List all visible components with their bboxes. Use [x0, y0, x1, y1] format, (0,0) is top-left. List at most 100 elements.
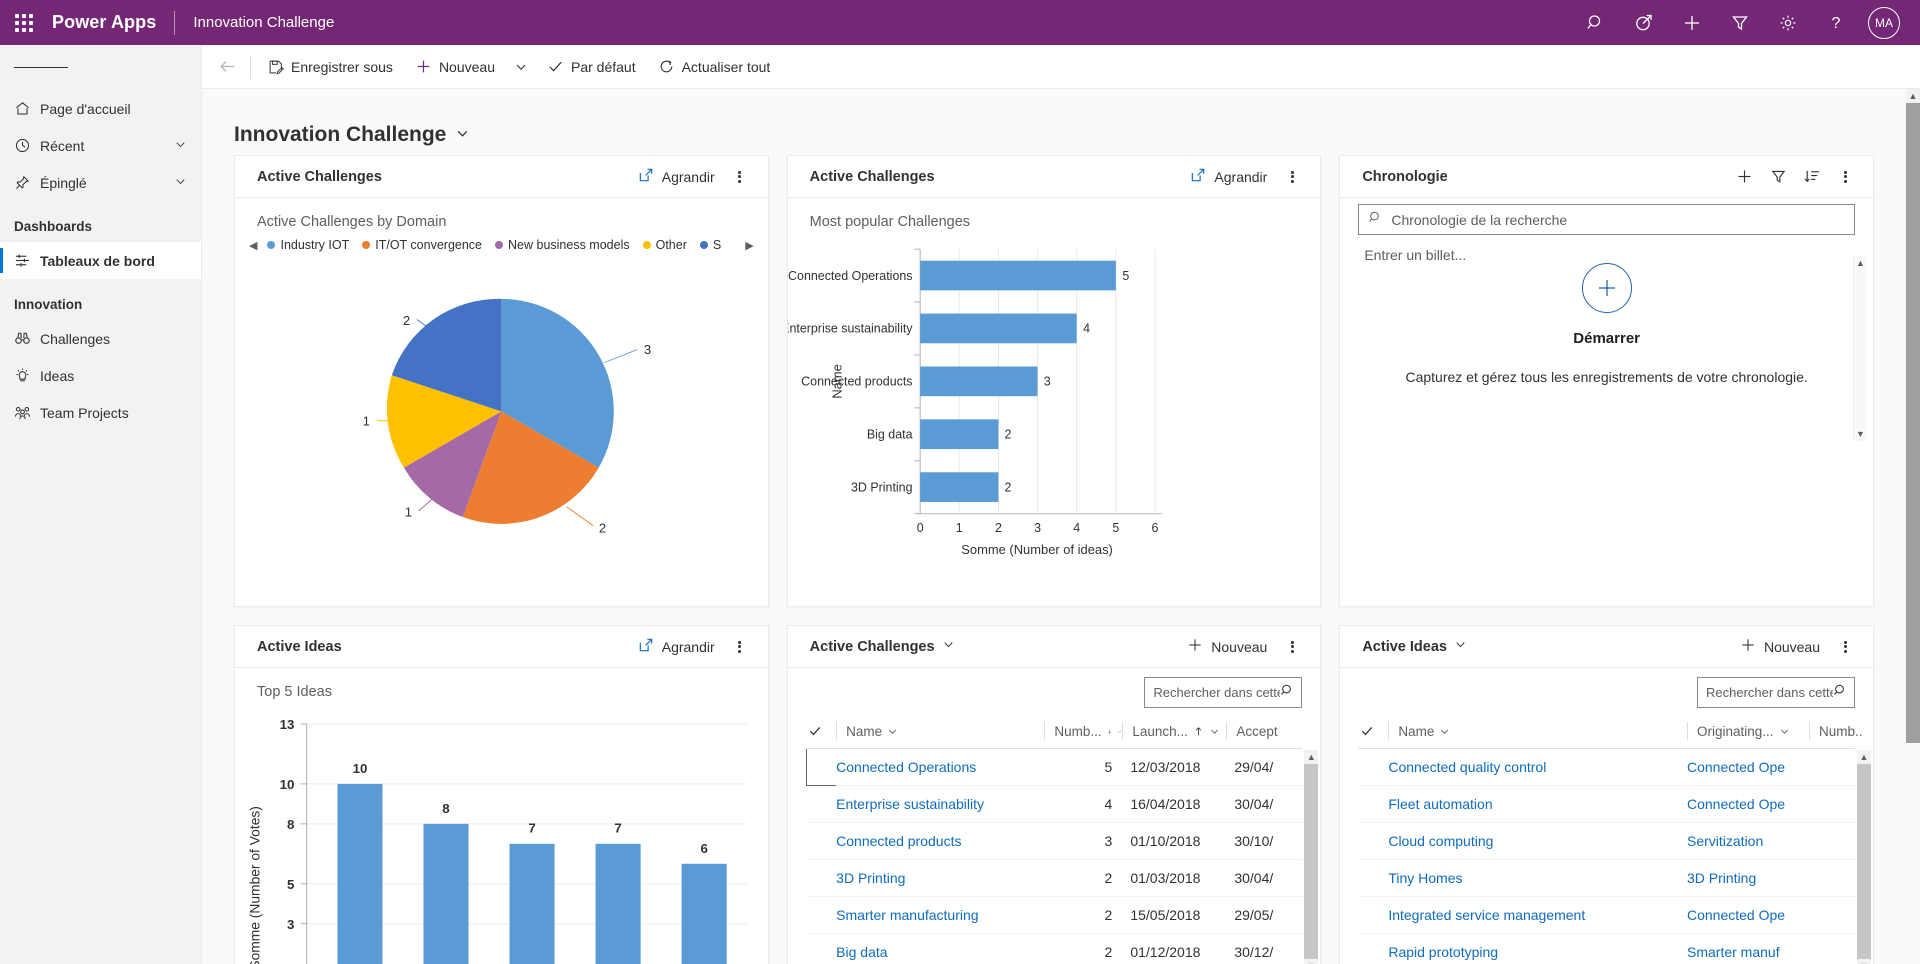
row-selector[interactable]: [1358, 822, 1389, 860]
table-row[interactable]: Integrated service management Connected …: [1358, 896, 1855, 934]
page-title-chevron-down-icon[interactable]: [455, 123, 470, 147]
row-selector[interactable]: [805, 748, 837, 786]
column-header-number[interactable]: Numb..: [1809, 716, 1863, 749]
row-selector[interactable]: [1358, 896, 1389, 934]
legend-item[interactable]: Industry IOT: [267, 238, 349, 252]
cell-name[interactable]: Rapid prototyping: [1388, 933, 1687, 964]
cell-originating[interactable]: Connected Ope: [1687, 896, 1809, 934]
table-row[interactable]: 3D Printing 2 01/03/2018 30/04/: [806, 859, 1303, 897]
table-row[interactable]: Enterprise sustainability 4 16/04/2018 3…: [806, 785, 1303, 823]
expand-button[interactable]: Agrandir: [631, 633, 722, 660]
cell-name[interactable]: Big data: [836, 933, 1045, 964]
cell-name[interactable]: Tiny Homes: [1388, 859, 1687, 897]
table-row[interactable]: Fleet automation Connected Ope: [1358, 785, 1855, 823]
pie-chart[interactable]: 3 2 1 1 2: [235, 252, 768, 552]
sidebar-item-tableaux-de-bord[interactable]: Tableaux de bord: [0, 242, 201, 279]
table-row[interactable]: Cloud computing Servitization: [1358, 822, 1855, 860]
cell-originating[interactable]: Servitization: [1687, 822, 1809, 860]
cell-originating[interactable]: 3D Printing: [1687, 859, 1809, 897]
page-scrollbar[interactable]: ▲: [1904, 89, 1920, 964]
cell-name[interactable]: 3D Printing: [836, 859, 1045, 897]
default-view-button[interactable]: Par défaut: [536, 45, 647, 89]
cell-name[interactable]: Connected Operations: [836, 748, 1045, 786]
table-row[interactable]: Smarter manufacturing 2 15/05/2018 29/05…: [806, 896, 1303, 934]
row-selector[interactable]: [1358, 748, 1389, 786]
more-options-icon[interactable]: [1831, 633, 1859, 661]
more-options-icon[interactable]: [726, 633, 754, 661]
timeline-add-icon[interactable]: [1581, 263, 1632, 313]
search-icon[interactable]: [1572, 0, 1620, 45]
scroll-thumb[interactable]: [1906, 103, 1920, 743]
scroll-up-icon[interactable]: ▲: [1854, 256, 1867, 270]
view-selector-chevron-down-icon[interactable]: [1454, 638, 1467, 655]
timeline-scrollbar[interactable]: ▲ ▼: [1853, 256, 1867, 441]
scroll-up-icon[interactable]: ▲: [1906, 89, 1920, 103]
chevron-down-icon[interactable]: [174, 138, 187, 154]
table-row[interactable]: Connected Operations 5 12/03/2018 29/04/: [805, 748, 1303, 786]
column-header-originating[interactable]: Originating...: [1687, 716, 1809, 749]
row-selector[interactable]: [1358, 859, 1389, 897]
more-options-icon[interactable]: [1278, 163, 1306, 191]
grid-scrollbar[interactable]: ▲ ▼: [1304, 750, 1319, 964]
select-all-header[interactable]: [806, 716, 837, 749]
cell-name[interactable]: Fleet automation: [1388, 785, 1687, 823]
new-icon[interactable]: [1668, 0, 1716, 45]
row-selector[interactable]: [806, 933, 837, 964]
avatar[interactable]: MA: [1868, 6, 1900, 39]
table-row[interactable]: Rapid prototyping Smarter manuf: [1358, 933, 1855, 964]
legend-item[interactable]: Other: [642, 238, 687, 252]
horizontal-bar-chart[interactable]: Connected Operations Enterprise sustaina…: [788, 230, 1321, 575]
sidebar-item-home[interactable]: Page d'accueil: [0, 90, 201, 127]
legend-prev-icon[interactable]: ◀: [249, 239, 257, 252]
sidebar-item-team-projects[interactable]: Team Projects: [0, 394, 201, 431]
table-row[interactable]: Connected products 3 01/10/2018 30/10/: [806, 822, 1303, 860]
column-header-name[interactable]: Name: [1388, 716, 1687, 749]
select-all-header[interactable]: [1358, 716, 1389, 749]
sidebar-item-recent[interactable]: Récent: [0, 127, 201, 164]
scroll-thumb[interactable]: [1857, 764, 1871, 959]
timeline-search[interactable]: [1358, 204, 1855, 235]
timeline-note-placeholder[interactable]: Entrer un billet...: [1340, 235, 1873, 263]
column-header-number[interactable]: Numb...: [1044, 716, 1123, 749]
more-options-icon[interactable]: [1831, 163, 1859, 191]
scroll-thumb[interactable]: [1304, 764, 1319, 959]
legend-item[interactable]: IT/OT convergence: [362, 238, 482, 252]
vertical-bar-chart[interactable]: 10 8 7 7 6 13 10 8 5 3 Somme (Number of …: [235, 700, 768, 964]
row-selector[interactable]: [1358, 785, 1389, 823]
grid-search[interactable]: [1697, 676, 1855, 708]
cell-originating[interactable]: Connected Ope: [1687, 748, 1809, 786]
sort-icon[interactable]: [1797, 162, 1827, 192]
new-button[interactable]: Nouveau: [404, 45, 506, 89]
more-options-icon[interactable]: [726, 163, 754, 191]
grid-scrollbar[interactable]: ▲ ▼: [1857, 750, 1871, 964]
timeline-search-input[interactable]: [1391, 211, 1845, 228]
cell-name[interactable]: Connected products: [836, 822, 1045, 860]
plus-icon[interactable]: [1729, 162, 1759, 192]
grid-search[interactable]: [1144, 676, 1303, 708]
search-icon[interactable]: [1280, 683, 1295, 701]
sidebar-toggle-button[interactable]: [0, 45, 201, 90]
help-icon[interactable]: ?: [1812, 0, 1860, 45]
row-selector[interactable]: [806, 822, 837, 860]
table-row[interactable]: Tiny Homes 3D Printing: [1358, 859, 1855, 897]
back-button[interactable]: [206, 45, 248, 89]
cell-name[interactable]: Enterprise sustainability: [836, 785, 1045, 823]
legend-item[interactable]: S: [699, 238, 721, 252]
filter-icon[interactable]: [1763, 162, 1793, 192]
grid-search-input[interactable]: [1153, 684, 1281, 700]
scroll-up-icon[interactable]: ▲: [1304, 750, 1318, 764]
cell-name[interactable]: Cloud computing: [1388, 822, 1687, 860]
app-launcher-button[interactable]: [0, 0, 48, 45]
cell-originating[interactable]: Connected Ope: [1687, 785, 1809, 823]
sidebar-item-pinned[interactable]: Épinglé: [0, 164, 201, 201]
filter-icon[interactable]: [1716, 0, 1764, 45]
chevron-down-icon[interactable]: [174, 175, 187, 191]
view-selector-chevron-down-icon[interactable]: [942, 638, 955, 655]
scroll-down-icon[interactable]: ▼: [1857, 959, 1871, 964]
scroll-down-icon[interactable]: ▼: [1304, 959, 1318, 964]
sidebar-item-challenges[interactable]: Challenges: [0, 320, 201, 357]
cell-name[interactable]: Smarter manufacturing: [836, 896, 1045, 934]
more-options-icon[interactable]: [1278, 633, 1306, 661]
gear-icon[interactable]: [1764, 0, 1812, 45]
column-header-accept[interactable]: Accept: [1226, 716, 1303, 749]
